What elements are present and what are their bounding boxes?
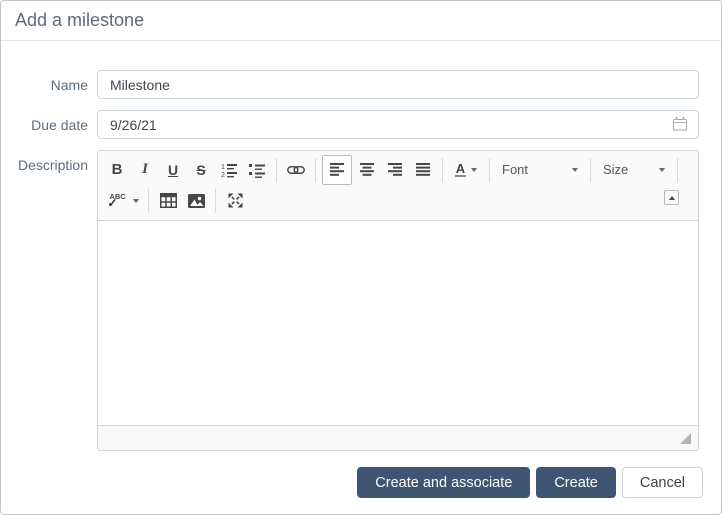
underline-button[interactable]: U [160,157,186,183]
chevron-down-icon [133,199,139,203]
table-icon [160,193,177,208]
toolbar-separator [215,189,216,213]
editor-status-bar [98,425,698,450]
svg-text:1: 1 [221,164,225,171]
numbered-list-icon: 1 2 [221,162,238,178]
strikethrough-button[interactable]: S [188,157,214,183]
bold-button[interactable]: B [104,157,130,183]
maximize-button[interactable] [222,188,248,214]
toolbar-row-2: ABC ✓ [103,185,693,216]
justify-button[interactable] [410,157,436,183]
align-center-button[interactable] [354,157,380,183]
description-label: Description [1,150,97,173]
image-icon [188,194,205,208]
dialog-footer: Create and associate Create Cancel [357,467,703,498]
bulleted-list-button[interactable] [244,157,270,183]
create-button[interactable]: Create [536,467,616,498]
font-dropdown[interactable]: Font [495,158,585,182]
toolbar-row-1: B I U S 1 2 [103,154,693,185]
toolbar-separator [489,158,490,182]
size-dropdown[interactable]: Size [596,158,672,182]
toolbar-separator [315,158,316,182]
dialog-header: Add a milestone [1,1,721,41]
numbered-list-button[interactable]: 1 2 [216,157,242,183]
toolbar-separator [148,189,149,213]
align-right-icon [388,163,402,176]
bulleted-list-icon [249,162,265,178]
align-left-button[interactable] [322,155,352,185]
text-color-button[interactable]: A [449,157,483,183]
svg-text:2: 2 [221,172,225,178]
collapse-toolbar-icon [669,196,675,200]
spellcheck-icon: ABC ✓ [108,192,128,210]
collapse-toolbar-button[interactable] [664,190,679,205]
maximize-icon [228,193,243,208]
calendar-icon[interactable] [672,116,688,132]
resize-handle-icon[interactable] [680,433,691,444]
milestone-form: Name Due date Description [1,41,721,451]
create-and-associate-button[interactable]: Create and associate [357,467,530,498]
link-icon [287,164,305,176]
name-row: Name [1,70,699,99]
toolbar-separator [677,158,678,182]
description-row: Description B I U S 1 2 [1,150,699,451]
chevron-down-icon [659,168,665,172]
link-button[interactable] [283,157,309,183]
insert-table-button[interactable] [155,188,181,214]
insert-image-button[interactable] [183,188,209,214]
chevron-down-icon [471,168,477,172]
add-milestone-dialog: Add a milestone Name Due date [0,0,722,515]
align-center-icon [360,163,374,176]
justify-icon [416,163,430,176]
editor-toolbar: B I U S 1 2 [98,151,698,221]
due-date-label: Due date [1,117,97,133]
align-right-button[interactable] [382,157,408,183]
chevron-down-icon [572,168,578,172]
due-date-input[interactable] [97,110,699,139]
toolbar-separator [590,158,591,182]
spellcheck-button[interactable]: ABC ✓ [104,188,142,214]
dialog-title: Add a milestone [15,10,144,31]
name-label: Name [1,77,97,93]
editor-content-area[interactable] [98,221,698,425]
cancel-button[interactable]: Cancel [622,467,703,498]
italic-button[interactable]: I [132,157,158,183]
toolbar-separator [276,158,277,182]
rich-text-editor: B I U S 1 2 [97,150,699,451]
align-left-icon [330,163,344,176]
toolbar-separator [442,158,443,182]
due-date-row: Due date [1,110,699,139]
name-input[interactable] [97,70,699,99]
